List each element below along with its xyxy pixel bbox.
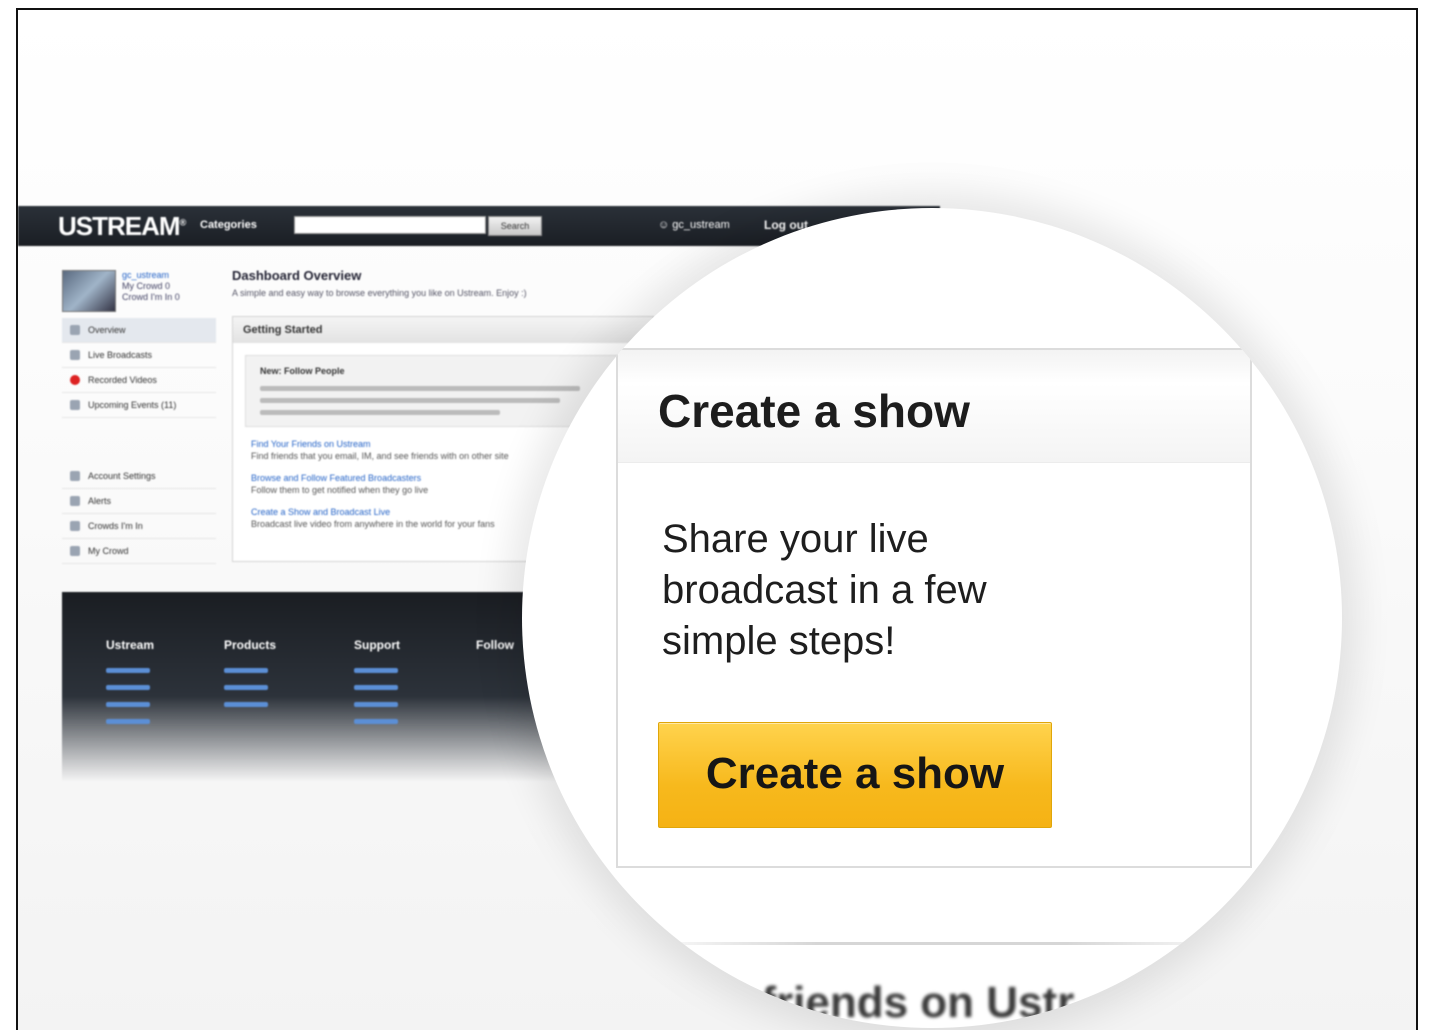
search-input[interactable] bbox=[294, 216, 486, 234]
sidebar-item-live-broadcasts[interactable]: Live Broadcasts bbox=[62, 343, 216, 368]
profile-crowd-in[interactable]: Crowd I'm In 0 bbox=[122, 292, 180, 303]
getting-started-heading: Getting Started bbox=[233, 317, 653, 343]
broadcast-icon bbox=[70, 350, 80, 360]
sidebar-item-crowds-in[interactable]: Crowds I'm In bbox=[62, 514, 216, 539]
find-friends-link[interactable]: Find Your Friends on Ustream bbox=[251, 439, 371, 449]
avatar[interactable] bbox=[62, 270, 116, 312]
people-icon bbox=[70, 546, 80, 556]
sidebar-menu: Overview Live Broadcasts Recorded Videos… bbox=[62, 318, 216, 564]
sidebar-item-account-settings[interactable]: Account Settings bbox=[62, 464, 216, 489]
profile-my-crowd[interactable]: My Crowd 0 bbox=[122, 281, 180, 292]
footer-col-support: Support bbox=[354, 638, 400, 652]
create-show-title: Create a show bbox=[658, 385, 970, 437]
footer-col-products: Products bbox=[224, 638, 277, 652]
browse-broadcasters-link[interactable]: Browse and Follow Featured Broadcasters bbox=[251, 473, 421, 483]
create-show-panel: Create a show Share your live broadcast … bbox=[616, 348, 1252, 868]
footer-col-ustream: Ustream bbox=[106, 638, 155, 652]
page-title: Dashboard Overview bbox=[232, 268, 362, 283]
gear-icon bbox=[70, 471, 80, 481]
sidebar-item-recorded-videos[interactable]: Recorded Videos bbox=[62, 368, 216, 393]
top-username[interactable]: ☺ gc_ustream bbox=[658, 219, 730, 231]
overview-icon bbox=[70, 325, 80, 335]
crowd-icon bbox=[70, 521, 80, 531]
sidebar-item-alerts[interactable]: Alerts bbox=[62, 489, 216, 514]
alert-icon bbox=[70, 496, 80, 506]
profile-summary: gc_ustream My Crowd 0 Crowd I'm In 0 bbox=[122, 270, 180, 303]
record-icon bbox=[70, 375, 80, 385]
page-subtitle: A simple and easy way to browse everythi… bbox=[232, 288, 527, 298]
create-show-link[interactable]: Create a Show and Broadcast Live bbox=[251, 507, 390, 517]
find-friends-heading: r friends on Ustr bbox=[732, 978, 1075, 1027]
footer-links-support[interactable] bbox=[354, 668, 398, 736]
follow-people-title: New: Follow People bbox=[260, 366, 345, 376]
create-show-description: Share your live broadcast in a few simpl… bbox=[662, 517, 987, 663]
browse-broadcasters-desc: Follow them to get notified when they go… bbox=[251, 485, 429, 495]
calendar-icon bbox=[70, 400, 80, 410]
profile-username[interactable]: gc_ustream bbox=[122, 270, 180, 281]
ustream-logo[interactable]: USTREAM® bbox=[58, 211, 186, 242]
sidebar-item-my-crowd[interactable]: My Crowd bbox=[62, 539, 216, 564]
sidebar-item-overview[interactable]: Overview bbox=[62, 318, 216, 343]
footer-links-products[interactable] bbox=[224, 668, 268, 719]
find-friends-desc: Find friends that you email, IM, and see… bbox=[251, 451, 509, 461]
create-show-button[interactable]: Create a show bbox=[658, 722, 1052, 828]
categories-link[interactable]: Categories bbox=[200, 219, 257, 231]
footer-links-ustream[interactable] bbox=[106, 668, 150, 736]
section-divider bbox=[632, 942, 1252, 945]
create-show-panel-header: Create a show bbox=[618, 350, 1250, 463]
footer-col-follow: Follow bbox=[476, 638, 514, 652]
screenshot-frame: USTREAM® Categories Search ☺ gc_ustream … bbox=[16, 8, 1418, 1030]
sidebar-item-upcoming-events[interactable]: Upcoming Events (11) bbox=[62, 393, 216, 418]
create-show-desc: Broadcast live video from anywhere in th… bbox=[251, 519, 495, 529]
magnifier-lens: Create a show Share your live broadcast … bbox=[522, 208, 1342, 1028]
search-button[interactable]: Search bbox=[488, 216, 542, 236]
